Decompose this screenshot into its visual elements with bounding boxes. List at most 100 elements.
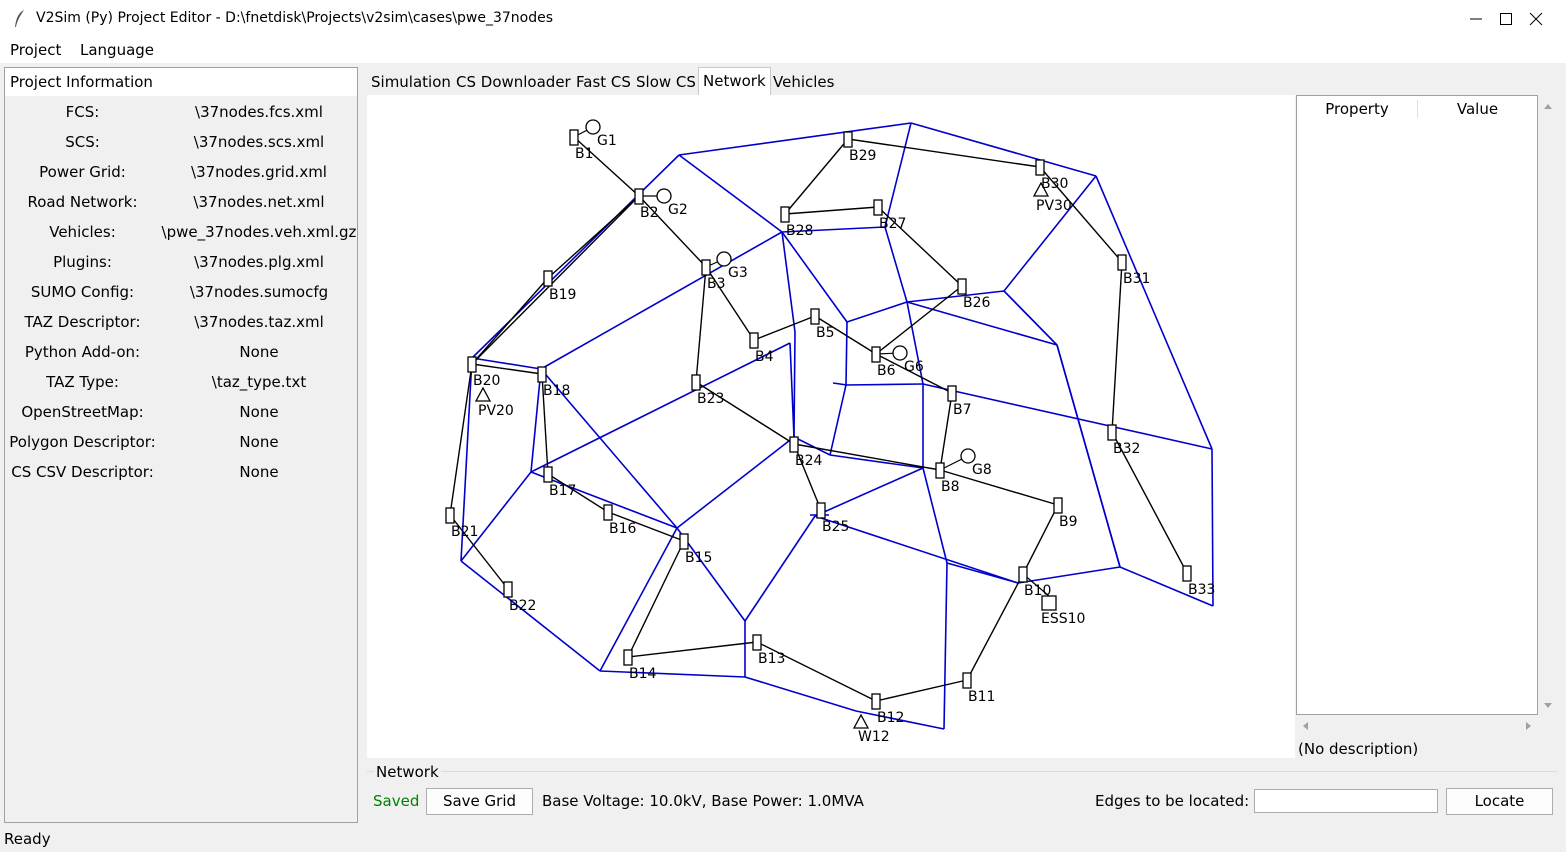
scroll-up-icon[interactable] [1538,97,1558,117]
bus-node[interactable] [537,366,547,383]
bus-node[interactable] [871,693,881,710]
menu-language[interactable]: Language [80,41,154,59]
bus-node[interactable] [543,270,553,287]
grid-line[interactable] [627,540,685,658]
road-edge[interactable] [884,122,912,228]
bus-node[interactable] [1182,565,1192,582]
tab-simulation[interactable]: Simulation [367,69,455,95]
value-column-header[interactable]: Value [1418,96,1537,122]
bus-node[interactable] [789,436,799,453]
grid-line[interactable] [784,138,849,215]
property-vertical-scrollbar[interactable] [1538,95,1558,715]
bus-node[interactable] [810,308,820,325]
road-edge[interactable] [471,357,542,370]
road-edge[interactable] [845,383,924,386]
scroll-left-icon[interactable] [1296,716,1316,736]
road-edge[interactable] [460,560,601,672]
save-grid-button[interactable]: Save Grid [426,788,533,815]
road-edge[interactable] [471,154,680,359]
locate-button[interactable]: Locate [1446,788,1553,815]
wind-icon[interactable] [852,713,870,729]
bus-node[interactable] [935,462,945,479]
tab-fast-cs[interactable]: Fast CS [572,69,635,95]
bus-node[interactable] [1053,497,1063,514]
network-canvas[interactable]: G1 G2 G3 G6 G8 PV20 PV30 W12 ESS10 B1 B2 B3 B4 B5 B6 B7… [367,95,1295,758]
road-edge[interactable] [910,122,1097,177]
scroll-right-icon[interactable] [1518,716,1538,736]
bus-node[interactable] [957,278,967,295]
tab-network[interactable]: Network [698,67,771,95]
tab-cs-downloader[interactable]: CS Downloader [452,69,575,95]
pv-icon[interactable] [474,386,492,402]
generator-icon[interactable] [960,448,976,464]
grid-line[interactable] [939,392,953,471]
road-edge[interactable] [789,342,795,438]
bus-node[interactable] [816,502,826,519]
road-edge[interactable] [832,382,848,386]
bus-node[interactable] [843,131,853,148]
bus-node[interactable] [947,385,957,402]
bus-node[interactable] [543,466,553,483]
road-edge[interactable] [530,368,542,473]
bus-node[interactable] [691,374,701,391]
network-graph[interactable]: G1 G2 G3 G6 G8 PV20 PV30 W12 ESS10 B1 B2 B3 B4 B5 B6 B7… [367,95,1295,758]
grid-line[interactable] [449,363,473,516]
bus-node[interactable] [569,129,579,146]
road-edge[interactable] [846,301,908,323]
bus-node[interactable] [962,672,972,689]
road-edge[interactable] [829,384,847,456]
tab-slow-cs[interactable]: Slow CS [632,69,700,95]
grid-line[interactable] [784,206,879,215]
generator-icon[interactable] [585,119,601,135]
generator-icon[interactable] [716,251,732,267]
bus-node[interactable] [634,188,644,205]
bus-node[interactable] [1018,566,1028,583]
road-edge[interactable] [460,471,532,562]
grid-line[interactable] [695,266,707,383]
bus-node[interactable] [871,346,881,363]
grid-line[interactable] [627,641,758,658]
road-edge[interactable] [943,562,948,730]
road-edge[interactable] [1003,175,1097,292]
road-edge[interactable] [884,226,908,303]
grid-line[interactable] [875,285,963,355]
close-button[interactable] [1506,0,1566,38]
bus-node[interactable] [1107,424,1117,441]
road-edge[interactable] [678,154,783,233]
grid-line[interactable] [875,679,968,702]
scroll-down-icon[interactable] [1538,695,1558,715]
bus-node[interactable] [873,199,883,216]
bus-node[interactable] [445,507,455,524]
bus-node[interactable] [679,533,689,550]
menu-project[interactable]: Project [10,41,61,59]
grid-line[interactable] [471,277,549,365]
road-edge[interactable] [1017,566,1121,584]
generator-icon[interactable] [656,188,672,204]
road-edge[interactable] [845,321,848,386]
bus-node[interactable] [780,206,790,223]
bus-node[interactable] [749,332,759,349]
road-edge[interactable] [530,342,791,473]
bus-node[interactable] [1117,254,1127,271]
generator-icon[interactable] [892,345,908,361]
road-edge[interactable] [676,436,795,529]
bus-node[interactable] [467,356,477,373]
grid-line[interactable] [471,195,640,365]
tab-vehicles[interactable]: Vehicles [769,69,838,95]
bus-node[interactable] [503,581,513,598]
bus-node[interactable] [603,504,613,521]
property-table[interactable]: Property Value [1296,95,1538,715]
road-edge[interactable] [744,515,816,622]
grid-line[interactable] [547,195,640,279]
road-edge[interactable] [793,331,796,438]
grid-line[interactable] [753,315,816,341]
road-edge[interactable] [1056,344,1121,568]
property-column-header[interactable]: Property [1297,96,1417,122]
bus-node[interactable] [1035,159,1045,176]
property-horizontal-scrollbar[interactable] [1296,716,1538,736]
edges-input[interactable] [1254,789,1438,813]
bus-node[interactable] [701,259,711,276]
bus-node[interactable] [623,649,633,666]
road-edge[interactable] [829,454,924,469]
grid-line[interactable] [847,138,1041,168]
